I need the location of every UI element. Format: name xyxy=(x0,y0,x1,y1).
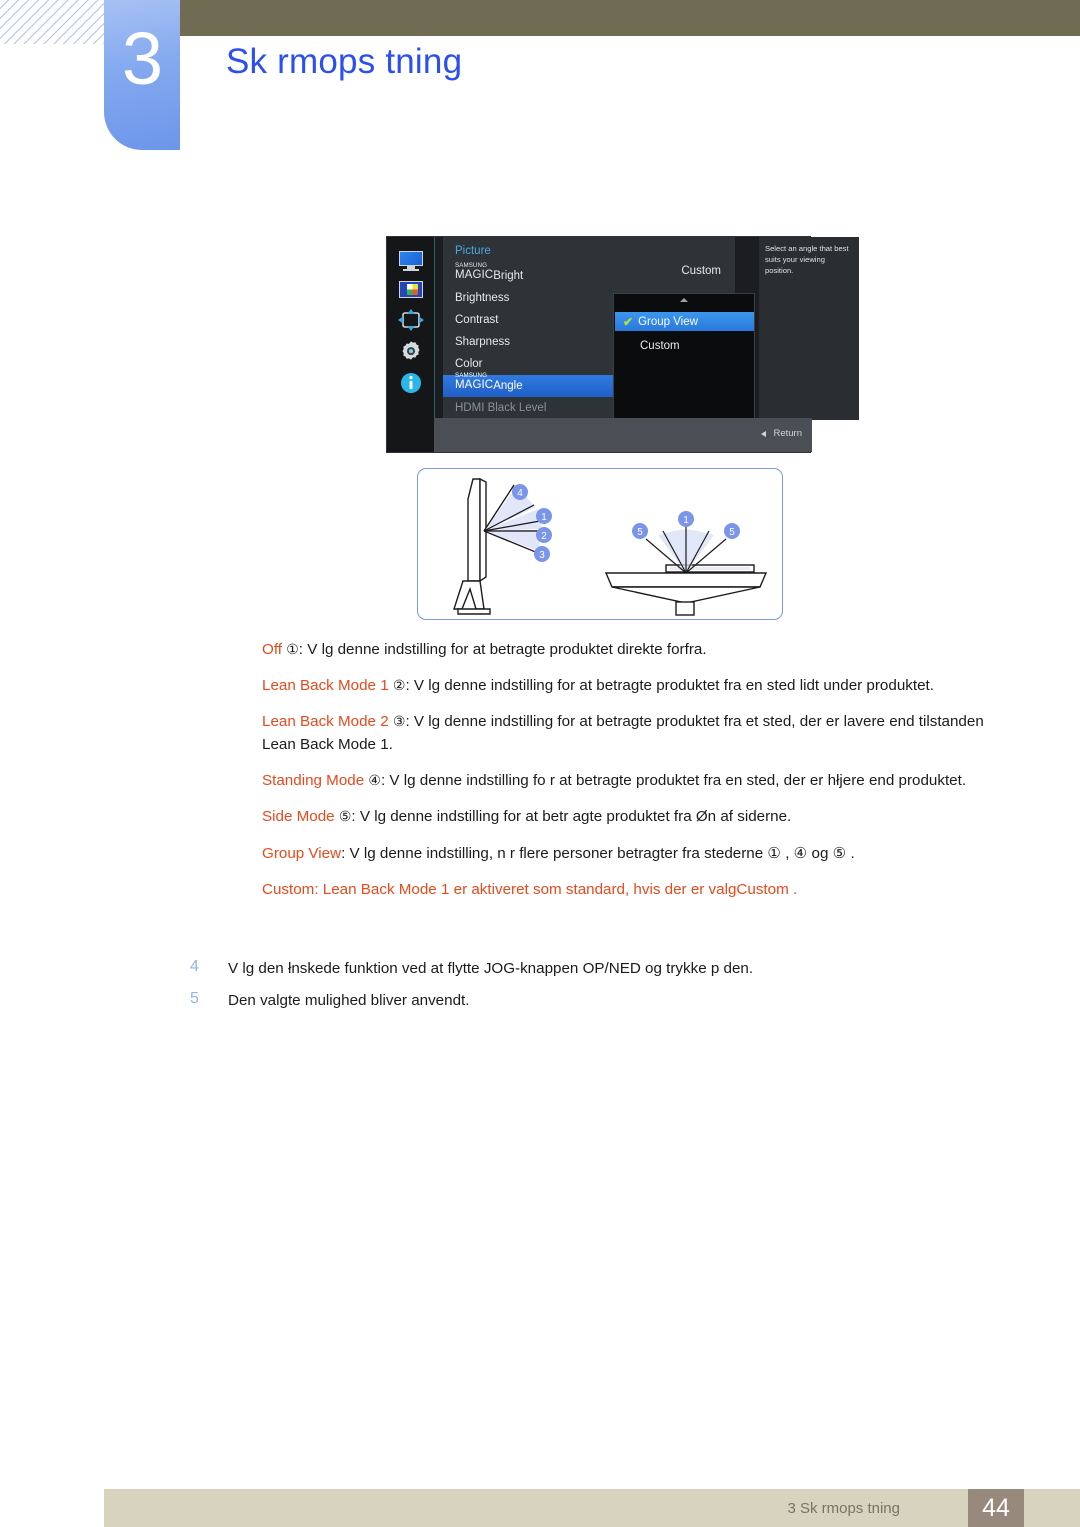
step-text: Den valgte mulighed bliver anvendt. xyxy=(228,991,470,1009)
keyword: Off xyxy=(262,641,282,658)
figure-badge-1-top: 1 xyxy=(678,511,694,527)
paragraph-text: : V lg denne indstilling for at betragte… xyxy=(298,641,707,658)
return-button[interactable]: Return xyxy=(761,428,802,439)
keyword: Custom xyxy=(262,880,315,898)
osd-submenu: ✔ Group View Custom xyxy=(613,293,755,420)
keyword: Lean Back Mode 2 xyxy=(262,713,389,731)
figure-badge-5-left: 5 xyxy=(632,523,648,539)
submenu-option-label: Group View xyxy=(638,315,698,328)
return-label: Return xyxy=(773,428,802,439)
osd-magicbright-value: Custom xyxy=(681,265,721,277)
figure-badge-1: 1 xyxy=(536,508,552,524)
osd-menu-screenshot: Picture SAMSUNG MAGIC Bright Brightness … xyxy=(386,236,859,453)
svg-text:1: 1 xyxy=(541,512,547,523)
osd-position-icon[interactable] xyxy=(397,309,424,331)
svg-text:5: 5 xyxy=(729,527,735,538)
circle-number: ③ xyxy=(392,713,406,730)
osd-item-label: Color xyxy=(455,358,483,370)
footer-text: 3 Sk rmops tning xyxy=(787,1500,900,1517)
osd-body: Picture SAMSUNG MAGIC Bright Brightness … xyxy=(434,237,859,452)
footer-band-tail xyxy=(1024,1489,1080,1527)
header-hatch-decoration xyxy=(0,0,104,44)
page-number: 44 xyxy=(982,1493,1010,1522)
osd-item-label: Brightness xyxy=(455,292,510,304)
paragraph-text: : V lg denne indstilling for at betragte… xyxy=(405,677,934,695)
page-title: Sk rmops tning xyxy=(226,42,463,81)
submenu-option-label: Custom xyxy=(640,339,680,352)
chevron-up-icon xyxy=(680,298,688,302)
figure-badge-4: 4 xyxy=(512,484,528,500)
chapter-number: 3 xyxy=(121,17,163,100)
keyword: Lean Back Mode 1 xyxy=(262,677,389,695)
osd-help-tooltip: Select an angle that best suits your vie… xyxy=(759,237,859,420)
osd-menu-heading: Picture xyxy=(455,245,491,257)
paragraph-custom: Custom: Lean Back Mode 1 er aktiveret so… xyxy=(262,878,1018,901)
paragraph-text: : Lean Back Mode 1 er aktiveret som stan… xyxy=(314,880,798,898)
figure-badge-3: 3 xyxy=(534,546,550,562)
osd-sidebar xyxy=(387,237,435,452)
svg-text:2: 2 xyxy=(541,531,547,542)
paragraph-group-view: Group View: V lg denne indstilling, n r … xyxy=(262,842,1018,865)
paragraph-text: : V lg denne indstilling for at betr agt… xyxy=(351,808,792,826)
osd-item-label: HDMI Black Level xyxy=(455,402,547,414)
circle-number: ① xyxy=(286,641,299,657)
osd-main-panel: Picture SAMSUNG MAGIC Bright Brightness … xyxy=(443,237,755,420)
steps-list: 4 V lg den łnskede funktion ved at flytt… xyxy=(190,958,1020,1022)
paragraph-side-mode: Side Mode ⑤: V lg denne indstilling for … xyxy=(262,805,1018,828)
svg-text:4: 4 xyxy=(517,488,523,499)
monitor-icon[interactable] xyxy=(398,251,424,271)
circle-number: ② xyxy=(392,677,406,694)
information-icon[interactable] xyxy=(400,372,422,394)
svg-text:3: 3 xyxy=(539,550,545,561)
step-text: V lg den łnskede funktion ved at flytte … xyxy=(228,960,754,977)
paragraph-standing-mode: Standing Mode ④: V lg denne indstilling … xyxy=(262,769,1018,792)
circle-number: ④ xyxy=(368,772,381,789)
svg-text:5: 5 xyxy=(637,527,643,538)
step-number: 4 xyxy=(190,958,199,975)
figure-badge-5-right: 5 xyxy=(724,523,740,539)
submenu-option-custom[interactable]: Custom xyxy=(615,336,754,355)
figure-badge-2: 2 xyxy=(536,527,552,543)
paragraph-text: : V lg denne indstilling fo r at betragt… xyxy=(380,772,967,790)
page-number-box: 44 xyxy=(968,1489,1024,1527)
header-olive-bar xyxy=(180,0,1080,36)
viewing-angle-diagram: 4 1 2 3 5 1 5 xyxy=(453,477,768,616)
check-icon: ✔ xyxy=(623,314,634,329)
step-item: 4 V lg den łnskede funktion ved at flytt… xyxy=(190,958,1020,981)
osd-footer-bar: Return xyxy=(434,418,812,452)
osd-item-label: Contrast xyxy=(455,314,499,326)
paragraph-text: : V lg denne indstilling, n r flere pers… xyxy=(341,844,855,862)
paragraph-lean-back-mode-1: Lean Back Mode 1 ②: V lg denne indstilli… xyxy=(262,674,1018,697)
setup-gear-icon[interactable] xyxy=(399,340,423,363)
paragraph-off: Off ①: V lg denne indstilling for at bet… xyxy=(262,638,1018,661)
circle-number: ⑤ xyxy=(338,808,352,825)
magicangle-suffix: Angle xyxy=(493,380,523,392)
step-item: 5 Den valgte mulighed bliver anvendt. xyxy=(190,990,1020,1013)
body-text: Off ①: V lg denne indstilling for at bet… xyxy=(262,638,1018,914)
keyword: Side Mode xyxy=(262,808,335,826)
keyword: Standing Mode xyxy=(262,772,365,790)
svg-text:1: 1 xyxy=(683,515,689,526)
step-number: 5 xyxy=(190,989,199,1007)
magicangle-label: SAMSUNG MAGIC xyxy=(455,372,494,392)
paragraph-lean-back-mode-2: Lean Back Mode 2 ③: V lg denne indstilli… xyxy=(262,710,1018,756)
submenu-option-group-view[interactable]: ✔ Group View xyxy=(615,312,754,331)
picture-icon[interactable] xyxy=(398,280,424,300)
arrow-left-icon xyxy=(761,430,767,437)
keyword: Group View xyxy=(262,844,342,862)
viewing-angle-figure: 4 1 2 3 5 1 5 xyxy=(417,468,783,620)
osd-item-label: Sharpness xyxy=(455,336,510,348)
